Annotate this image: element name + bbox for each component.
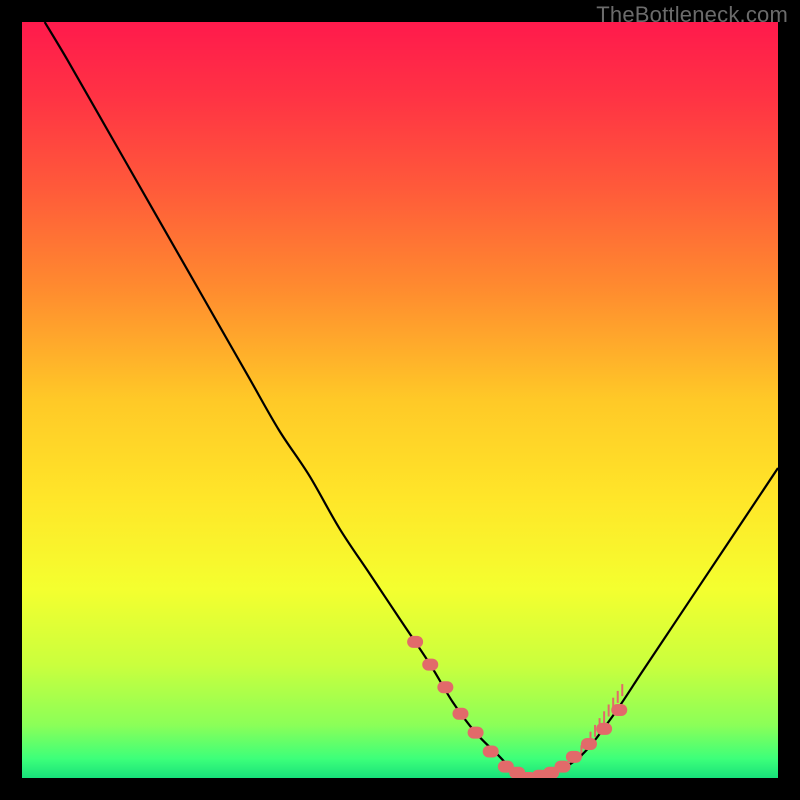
marker-dot — [437, 681, 453, 693]
marker-dot — [555, 761, 571, 773]
watermark-text: TheBottleneck.com — [596, 2, 788, 28]
marker-dot — [483, 746, 499, 758]
gradient-background — [22, 22, 778, 778]
marker-dot — [407, 636, 423, 648]
marker-dot — [581, 738, 597, 750]
marker-dot — [468, 727, 484, 739]
marker-dot — [596, 723, 612, 735]
bottleneck-chart — [22, 22, 778, 778]
marker-dot — [422, 659, 438, 671]
marker-dot — [566, 751, 582, 763]
chart-frame — [22, 22, 778, 778]
marker-dot — [452, 708, 468, 720]
marker-dot — [611, 704, 627, 716]
